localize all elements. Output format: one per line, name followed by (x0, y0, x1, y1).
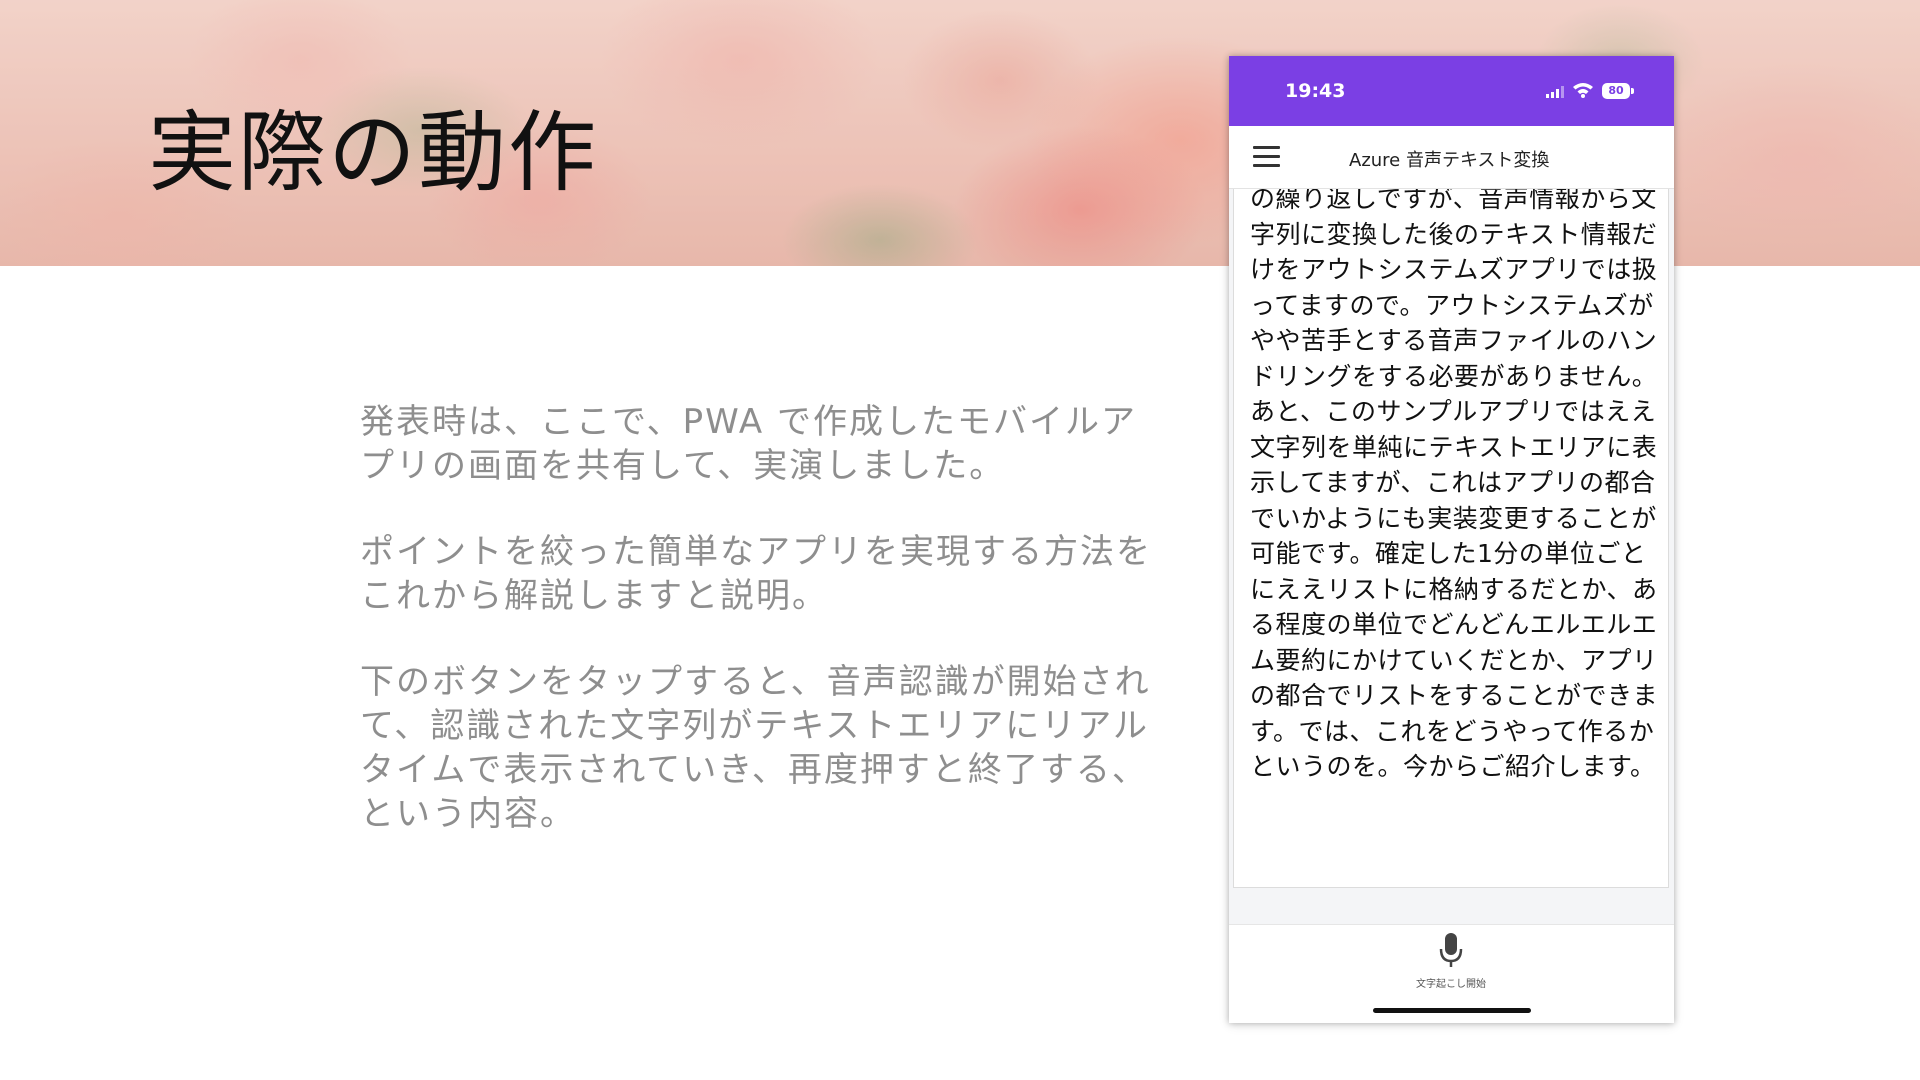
app-title: Azure 音声テキスト変換 (1349, 150, 1550, 171)
battery-icon: 80 (1602, 83, 1630, 99)
slide-body: 発表時は、ここで、PWA で作成したモバイルアプリの画面を共有して、実演しました… (360, 400, 1160, 878)
wifi-icon (1573, 83, 1593, 98)
transcript-textarea[interactable]: の繰り返しですが、音声情報から文字列に変換した後のテキスト情報だけをアウトシステ… (1233, 188, 1669, 888)
slide-title: 実際の動作 (148, 101, 599, 204)
status-bar: 19:43 80 (1229, 56, 1674, 126)
body-paragraph: 発表時は、ここで、PWA で作成したモバイルアプリの画面を共有して、実演しました… (360, 402, 1137, 486)
cellular-signal-icon (1546, 86, 1564, 98)
hamburger-menu-icon[interactable] (1253, 146, 1280, 173)
transcript-text: の繰り返しですが、音声情報から文字列に変換した後のテキスト情報だけをアウトシステ… (1250, 188, 1659, 781)
status-time: 19:43 (1285, 80, 1346, 102)
app-bar: Azure 音声テキスト変換 (1229, 126, 1674, 189)
body-paragraph: 下のボタンをタップすると、音声認識が開始されて、認識された文字列がテキストエリア… (360, 662, 1151, 834)
start-transcription-label: 文字起こし開始 (1416, 979, 1486, 990)
start-transcription-button[interactable]: 文字起こし開始 (1401, 931, 1501, 991)
home-indicator (1373, 1008, 1531, 1013)
microphone-icon (1439, 933, 1463, 967)
body-paragraph: ポイントを絞った簡単なアプリを実現する方法をこれから解説しますと説明。 (360, 532, 1152, 616)
phone-screenshot: 19:43 80 Azure 音声テキスト変換 の繰り返しですが、音声情報から文… (1229, 56, 1674, 1023)
battery-cap (1631, 88, 1634, 94)
